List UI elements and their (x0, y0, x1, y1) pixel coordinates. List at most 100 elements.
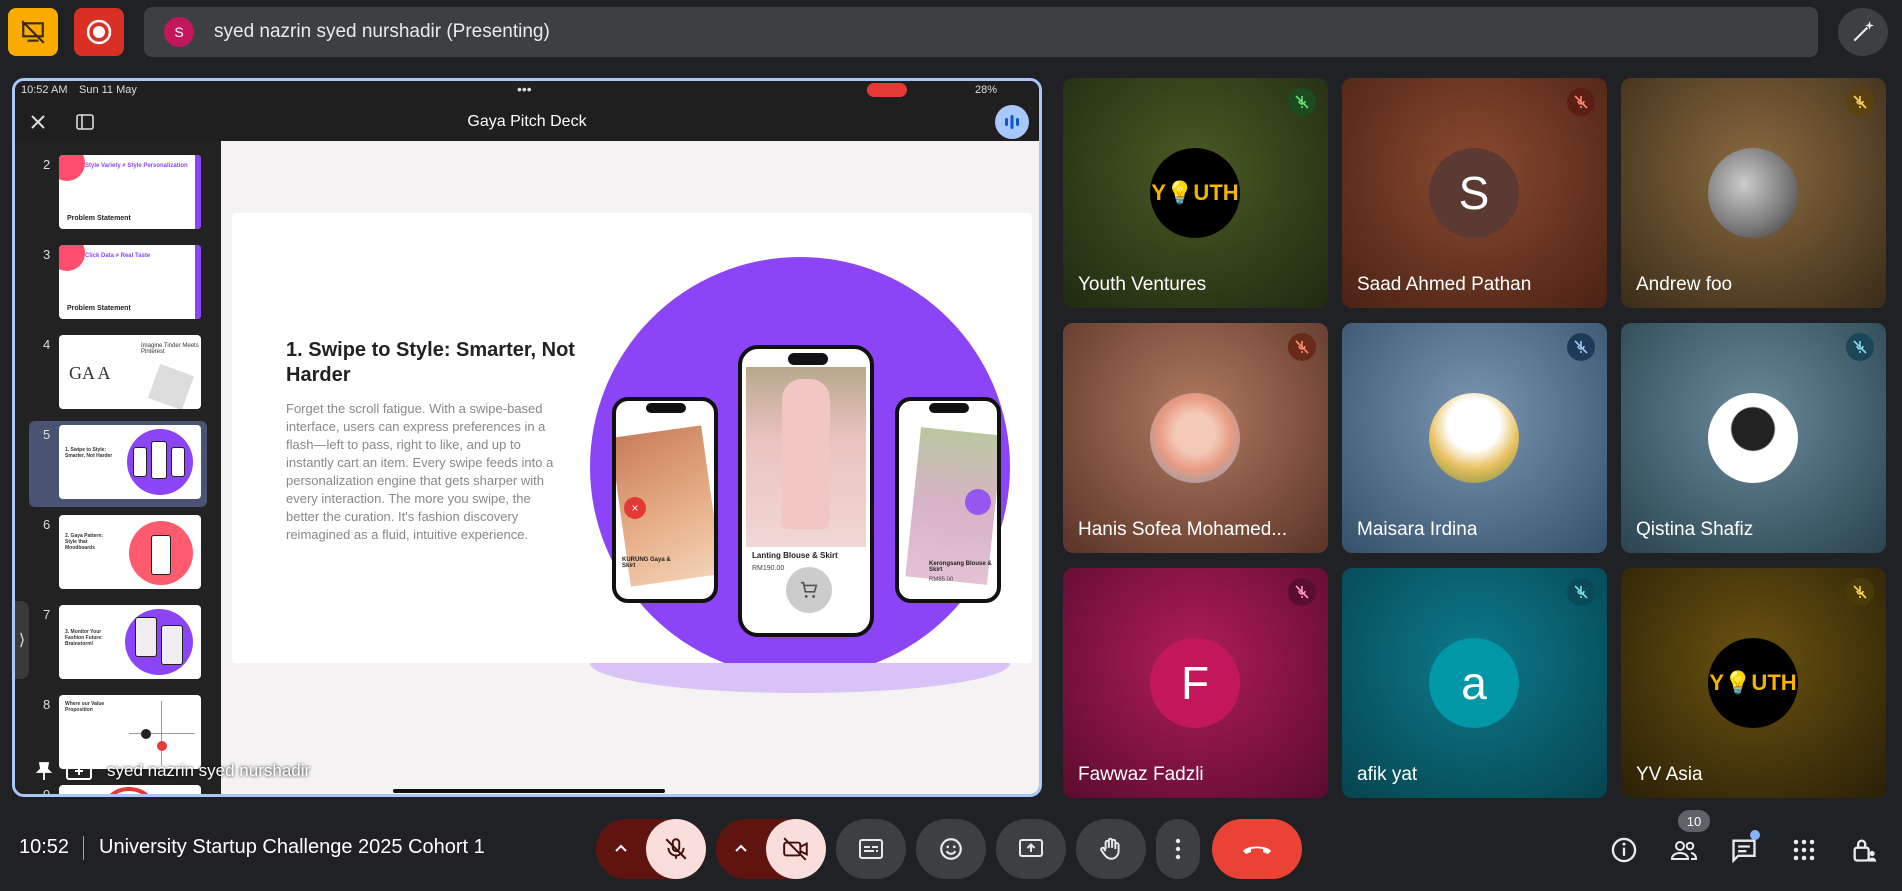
app-bar: Gaya Pitch Deck (15, 101, 1039, 141)
participant-avatar (1429, 393, 1519, 483)
apps-grid-icon (1793, 839, 1815, 861)
participant-tile[interactable]: Y💡UTH YV Asia (1621, 568, 1886, 798)
camera-toggle-button[interactable] (766, 819, 826, 879)
thumbnail-number: 3 (43, 247, 51, 262)
participant-name: Fawwaz Fadzli (1078, 764, 1204, 785)
mic-off-icon (1288, 88, 1316, 116)
mic-off-icon (1567, 88, 1595, 116)
phone-center-price: RM190.00 (752, 565, 785, 572)
battery-level: 28% (975, 84, 998, 96)
divider (83, 836, 84, 860)
mic-off-icon (1846, 88, 1874, 116)
thumbnail-image: 3. Monitor Your Fashion Future: Brainsto… (59, 605, 201, 679)
activities-button[interactable] (1786, 832, 1822, 868)
phone-center: Lanting Blouse & Skirt RM190.00 (738, 345, 874, 637)
reactions-button[interactable] (916, 819, 986, 879)
leave-call-button[interactable] (1212, 819, 1302, 879)
thumbnail-heading: Click Data ≠ Real Taste (85, 253, 151, 259)
participant-tile[interactable]: a afik yat (1342, 568, 1607, 798)
thumbnail-image (59, 785, 201, 794)
participant-tile[interactable]: Y💡UTH Youth Ventures (1063, 78, 1328, 308)
thumbnail-caption: Problem Statement (67, 305, 131, 312)
captions-button[interactable] (836, 819, 906, 879)
present-to-all-icon[interactable] (65, 760, 93, 782)
camera-options-button[interactable] (716, 819, 766, 879)
cart-button (786, 567, 832, 613)
participant-tile[interactable]: Hanis Sofea Mohamed... (1063, 323, 1328, 553)
call-end-icon (1243, 846, 1271, 854)
thumbnail-number: 6 (43, 517, 51, 532)
participant-tile[interactable]: S Saad Ahmed Pathan (1342, 78, 1607, 308)
participant-avatar (1708, 393, 1798, 483)
slide-thumbnails[interactable]: 2 Style Variety ≠ Style Personalization … (15, 141, 221, 794)
phone-center-caption: Lanting Blouse & Skirt (752, 551, 838, 560)
thumbnail-slide-2[interactable]: 2 Style Variety ≠ Style Personalization … (15, 151, 221, 237)
phone-left-caption: KURUNG Gaya & Skirt (622, 557, 671, 569)
speaking-indicator (995, 105, 1029, 139)
participant-name: YV Asia (1636, 764, 1703, 785)
chevron-up-icon (735, 844, 747, 852)
thumbnail-slide-5[interactable]: 5 1. Swipe to Style: Smarter, Not Harder (29, 421, 207, 507)
recording-button[interactable] (74, 8, 124, 56)
meeting-clock: 10:52 (19, 836, 70, 858)
participant-avatar: a (1429, 638, 1519, 728)
expand-panel-handle[interactable]: ⟩ (15, 601, 29, 679)
thumbnail-slide-3[interactable]: 3 Click Data ≠ Real Taste Problem Statem… (15, 241, 221, 327)
device-status-bar: 10:52 AM Sun 11 May ••• 28% (15, 81, 1039, 101)
screen-record-pill (867, 83, 907, 97)
people-button[interactable]: 10 (1666, 810, 1710, 868)
info-icon (1611, 837, 1637, 863)
presenter-avatar: S (164, 17, 194, 47)
meeting-title: University Startup Challenge 2025 Cohort… (99, 836, 485, 858)
present-screen-icon (1019, 839, 1043, 857)
participant-avatar: Y💡UTH (1150, 148, 1240, 238)
mic-off-icon (665, 838, 687, 860)
video-off-icon (783, 837, 808, 861)
host-controls-button[interactable] (1846, 832, 1882, 868)
mic-options-button[interactable] (596, 819, 646, 879)
home-indicator (393, 789, 665, 793)
lock-person-icon (1853, 839, 1877, 862)
participant-tile[interactable]: Qistina Shafiz (1621, 323, 1886, 553)
participant-name: Andrew foo (1636, 274, 1733, 295)
status-time: 10:52 AM (21, 84, 68, 96)
mic-control-group (596, 819, 706, 879)
thumbnail-image: 2. Gaya Pattern: Style that Moodboards (59, 515, 201, 589)
participant-tile[interactable]: Maisara Irdina (1342, 323, 1607, 553)
thumbnail-image: 1. Swipe to Style: Smarter, Not Harder (59, 425, 201, 499)
record-icon (86, 19, 112, 45)
thumbnail-caption: Problem Statement (67, 215, 131, 222)
no-video-badge[interactable] (8, 8, 58, 56)
pin-icon[interactable] (35, 761, 53, 781)
slide-canvas: 1. Swipe to Style: Smarter, Not Harder F… (221, 141, 1039, 794)
magic-wand-icon (1853, 21, 1874, 42)
more-dots-icon: ••• (517, 81, 532, 97)
thumbnail-image: GA A Imagine Tinder Meets Pinterest (59, 335, 201, 409)
more-vert-icon (1175, 838, 1181, 860)
meeting-details-button[interactable] (1606, 832, 1642, 868)
participant-name: afik yat (1357, 764, 1418, 785)
participant-avatar (1708, 148, 1798, 238)
shared-screen[interactable]: 10:52 AM Sun 11 May ••• 28% Gaya Pitch D… (12, 78, 1042, 797)
mic-toggle-button[interactable] (646, 819, 706, 879)
participant-name: Maisara Irdina (1357, 519, 1478, 540)
thumbnail-slide-4[interactable]: 4 GA A Imagine Tinder Meets Pinterest (15, 331, 221, 417)
raise-hand-button[interactable] (1076, 819, 1146, 879)
thumbnail-slide-7[interactable]: 7 3. Monitor Your Fashion Future: Brains… (15, 601, 221, 687)
visual-effects-button[interactable] (1838, 8, 1888, 56)
presenting-banner[interactable]: S syed nazrin syed nurshadir (Presenting… (144, 7, 1818, 57)
chat-button[interactable] (1726, 830, 1762, 868)
participant-avatar (1150, 393, 1240, 483)
thumbnail-slide-6[interactable]: 6 2. Gaya Pattern: Style that Moodboards (15, 511, 221, 597)
hand-icon (1100, 837, 1120, 860)
current-slide: 1. Swipe to Style: Smarter, Not Harder F… (232, 213, 1032, 663)
thumbnail-heading: Where our Value Proposition (65, 701, 105, 713)
participant-name: Youth Ventures (1078, 274, 1207, 295)
mic-off-icon (1846, 333, 1874, 361)
participant-tile[interactable]: F Fawwaz Fadzli (1063, 568, 1328, 798)
mic-off-icon (1567, 578, 1595, 606)
present-button[interactable] (996, 819, 1066, 879)
thumbnail-image: Style Variety ≠ Style Personalization Pr… (59, 155, 201, 229)
participant-tile[interactable]: Andrew foo (1621, 78, 1886, 308)
more-options-button[interactable] (1156, 819, 1200, 879)
